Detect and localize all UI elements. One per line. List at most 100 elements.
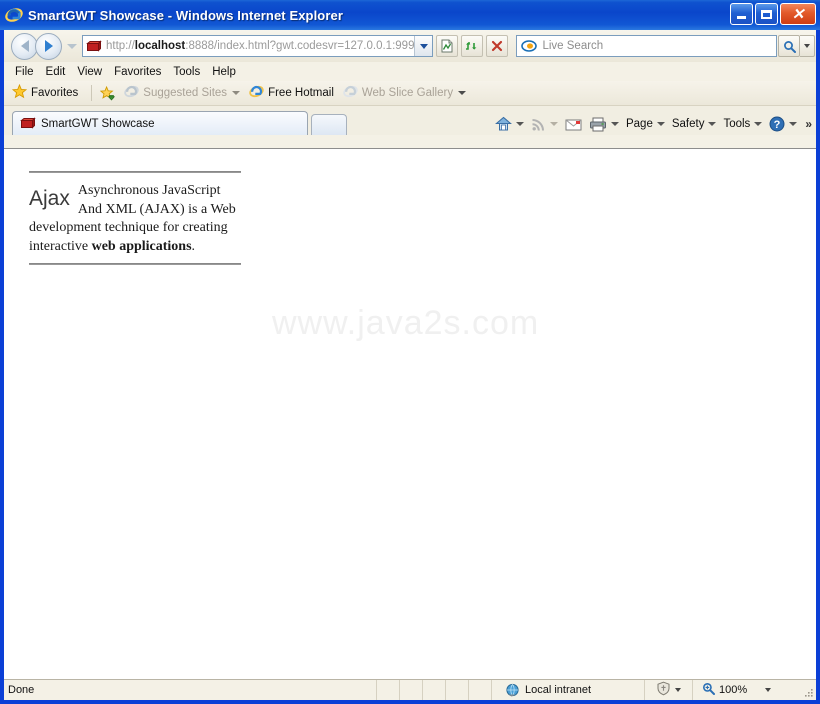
command-bar-overflow-button[interactable]: »: [805, 117, 812, 131]
address-url-text: http://localhost:8888/index.html?gwt.cod…: [106, 40, 415, 52]
favorite-suggested-sites[interactable]: Suggested Sites: [124, 84, 241, 102]
watermark: www.java2s.com: [272, 304, 540, 342]
security-zone[interactable]: Local intranet: [492, 680, 645, 700]
navigation-bar: http://localhost:8888/index.html?gwt.cod…: [4, 30, 816, 62]
tools-menu[interactable]: Tools: [723, 118, 763, 130]
maximize-button[interactable]: [755, 3, 778, 25]
address-dropdown-icon[interactable]: [414, 36, 433, 56]
status-segment: [469, 680, 492, 700]
star-icon: [11, 83, 28, 102]
svg-text:?: ?: [774, 119, 781, 131]
protected-mode-indicator[interactable]: [645, 680, 693, 700]
ie-small-icon: [124, 84, 140, 102]
ie-logo-icon: [5, 6, 23, 24]
site-favicon-icon: [86, 39, 102, 54]
tab-smartgwt-showcase[interactable]: SmartGWT Showcase: [12, 111, 308, 135]
menu-edit[interactable]: Edit: [43, 65, 75, 79]
search-go-button[interactable]: [778, 35, 801, 57]
chevron-down-icon[interactable]: [765, 688, 772, 692]
zoom-control[interactable]: 100%: [693, 680, 816, 700]
bottom-divider: [29, 263, 241, 266]
page-content: Ajax Asynchronous JavaScript And XML (AJA…: [4, 149, 816, 679]
magnifier-icon: [702, 682, 715, 698]
minimize-button[interactable]: [730, 3, 753, 25]
ajax-definition-block: Ajax Asynchronous JavaScript And XML (AJA…: [29, 171, 241, 266]
question-mark-icon: ?: [769, 116, 785, 132]
favorite-label: Web Slice Gallery: [361, 87, 454, 99]
status-segment: [377, 680, 400, 700]
chevron-down-icon[interactable]: [656, 122, 665, 126]
help-menu[interactable]: ?: [769, 116, 798, 132]
home-icon[interactable]: [495, 116, 524, 132]
menu-bar: File Edit View Favorites Tools Help: [4, 62, 816, 81]
status-segment: [446, 680, 469, 700]
favorite-label: Suggested Sites: [143, 87, 228, 99]
chevron-down-icon[interactable]: [515, 122, 524, 126]
ajax-definition-emphasis: web applications: [91, 238, 192, 254]
browser-window: SmartGWT Showcase - Windows Internet Exp…: [0, 0, 820, 704]
globe-icon: [505, 683, 520, 698]
security-zone-label: Local intranet: [525, 684, 592, 696]
tools-menu-label: Tools: [723, 118, 751, 130]
status-text: Done: [4, 680, 377, 700]
chevron-down-icon[interactable]: [754, 122, 763, 126]
favorite-web-slice-gallery[interactable]: Web Slice Gallery: [343, 84, 467, 102]
page-menu[interactable]: Page: [626, 118, 665, 130]
ajax-definition-suffix: .: [191, 238, 196, 254]
favorite-free-hotmail[interactable]: Free Hotmail: [249, 84, 334, 102]
ajax-term: Ajax: [29, 187, 70, 210]
ie-small-icon: [343, 84, 358, 102]
status-segment: [423, 680, 446, 700]
forward-button[interactable]: [35, 32, 62, 60]
favorites-label: Favorites: [31, 87, 79, 99]
window-controls: ✕: [730, 3, 816, 25]
add-to-favorites-bar-icon[interactable]: [100, 85, 116, 101]
chevron-down-icon[interactable]: [675, 688, 681, 692]
chevron-down-icon[interactable]: [232, 91, 241, 95]
favorites-separator: [91, 85, 93, 101]
safety-menu[interactable]: Safety: [672, 118, 717, 130]
bing-logo-icon: [521, 39, 538, 53]
safety-menu-label: Safety: [671, 118, 705, 130]
menu-view[interactable]: View: [74, 65, 111, 79]
command-bar: Page Safety Tools ? »: [488, 116, 812, 132]
status-segment: [400, 680, 423, 700]
page-menu-label: Page: [625, 118, 653, 130]
menu-file[interactable]: File: [12, 65, 43, 79]
title-bar: SmartGWT Showcase - Windows Internet Exp…: [0, 0, 820, 30]
chevron-down-icon[interactable]: [789, 122, 798, 126]
mail-icon[interactable]: [565, 118, 582, 131]
menu-help[interactable]: Help: [209, 65, 245, 79]
address-bar[interactable]: http://localhost:8888/index.html?gwt.cod…: [82, 35, 434, 57]
close-button[interactable]: ✕: [780, 3, 816, 25]
stop-icon[interactable]: [486, 35, 509, 57]
zoom-level-label: 100%: [719, 684, 748, 696]
chevron-down-icon[interactable]: [708, 122, 717, 126]
window-title: SmartGWT Showcase - Windows Internet Exp…: [28, 7, 343, 23]
refresh-icon[interactable]: [461, 35, 484, 57]
back-button[interactable]: [11, 32, 38, 60]
status-bar: Done Local intranet 100%: [4, 679, 816, 700]
print-icon[interactable]: [589, 117, 619, 132]
new-tab-button[interactable]: [311, 114, 347, 135]
chevron-down-icon[interactable]: [549, 122, 558, 126]
menu-tools[interactable]: Tools: [170, 65, 209, 79]
page-viewport: Ajax Asynchronous JavaScript And XML (AJA…: [4, 148, 816, 679]
ie-small-icon: [249, 84, 264, 102]
resize-grip[interactable]: [804, 688, 814, 698]
menu-favorites[interactable]: Favorites: [111, 65, 170, 79]
recent-pages-chevron-icon[interactable]: [67, 43, 77, 49]
search-input[interactable]: Live Search: [516, 35, 778, 57]
search-placeholder: Live Search: [542, 40, 604, 52]
favorites-bar: Favorites Suggested Sites Free Hotmail W…: [4, 81, 816, 106]
chevron-down-icon[interactable]: [458, 91, 467, 95]
chevron-down-icon[interactable]: [610, 122, 619, 126]
favorites-button[interactable]: Favorites: [11, 83, 79, 102]
feeds-icon[interactable]: [531, 117, 558, 132]
compatibility-view-icon[interactable]: [436, 35, 459, 57]
search-options-dropdown[interactable]: [800, 35, 816, 57]
tab-bar: SmartGWT Showcase Page Safety Tools ? »: [4, 106, 816, 135]
ajax-definition-text: Ajax Asynchronous JavaScript And XML (AJA…: [29, 173, 241, 263]
protected-mode-icon: [656, 681, 671, 699]
favorite-label: Free Hotmail: [268, 87, 334, 99]
